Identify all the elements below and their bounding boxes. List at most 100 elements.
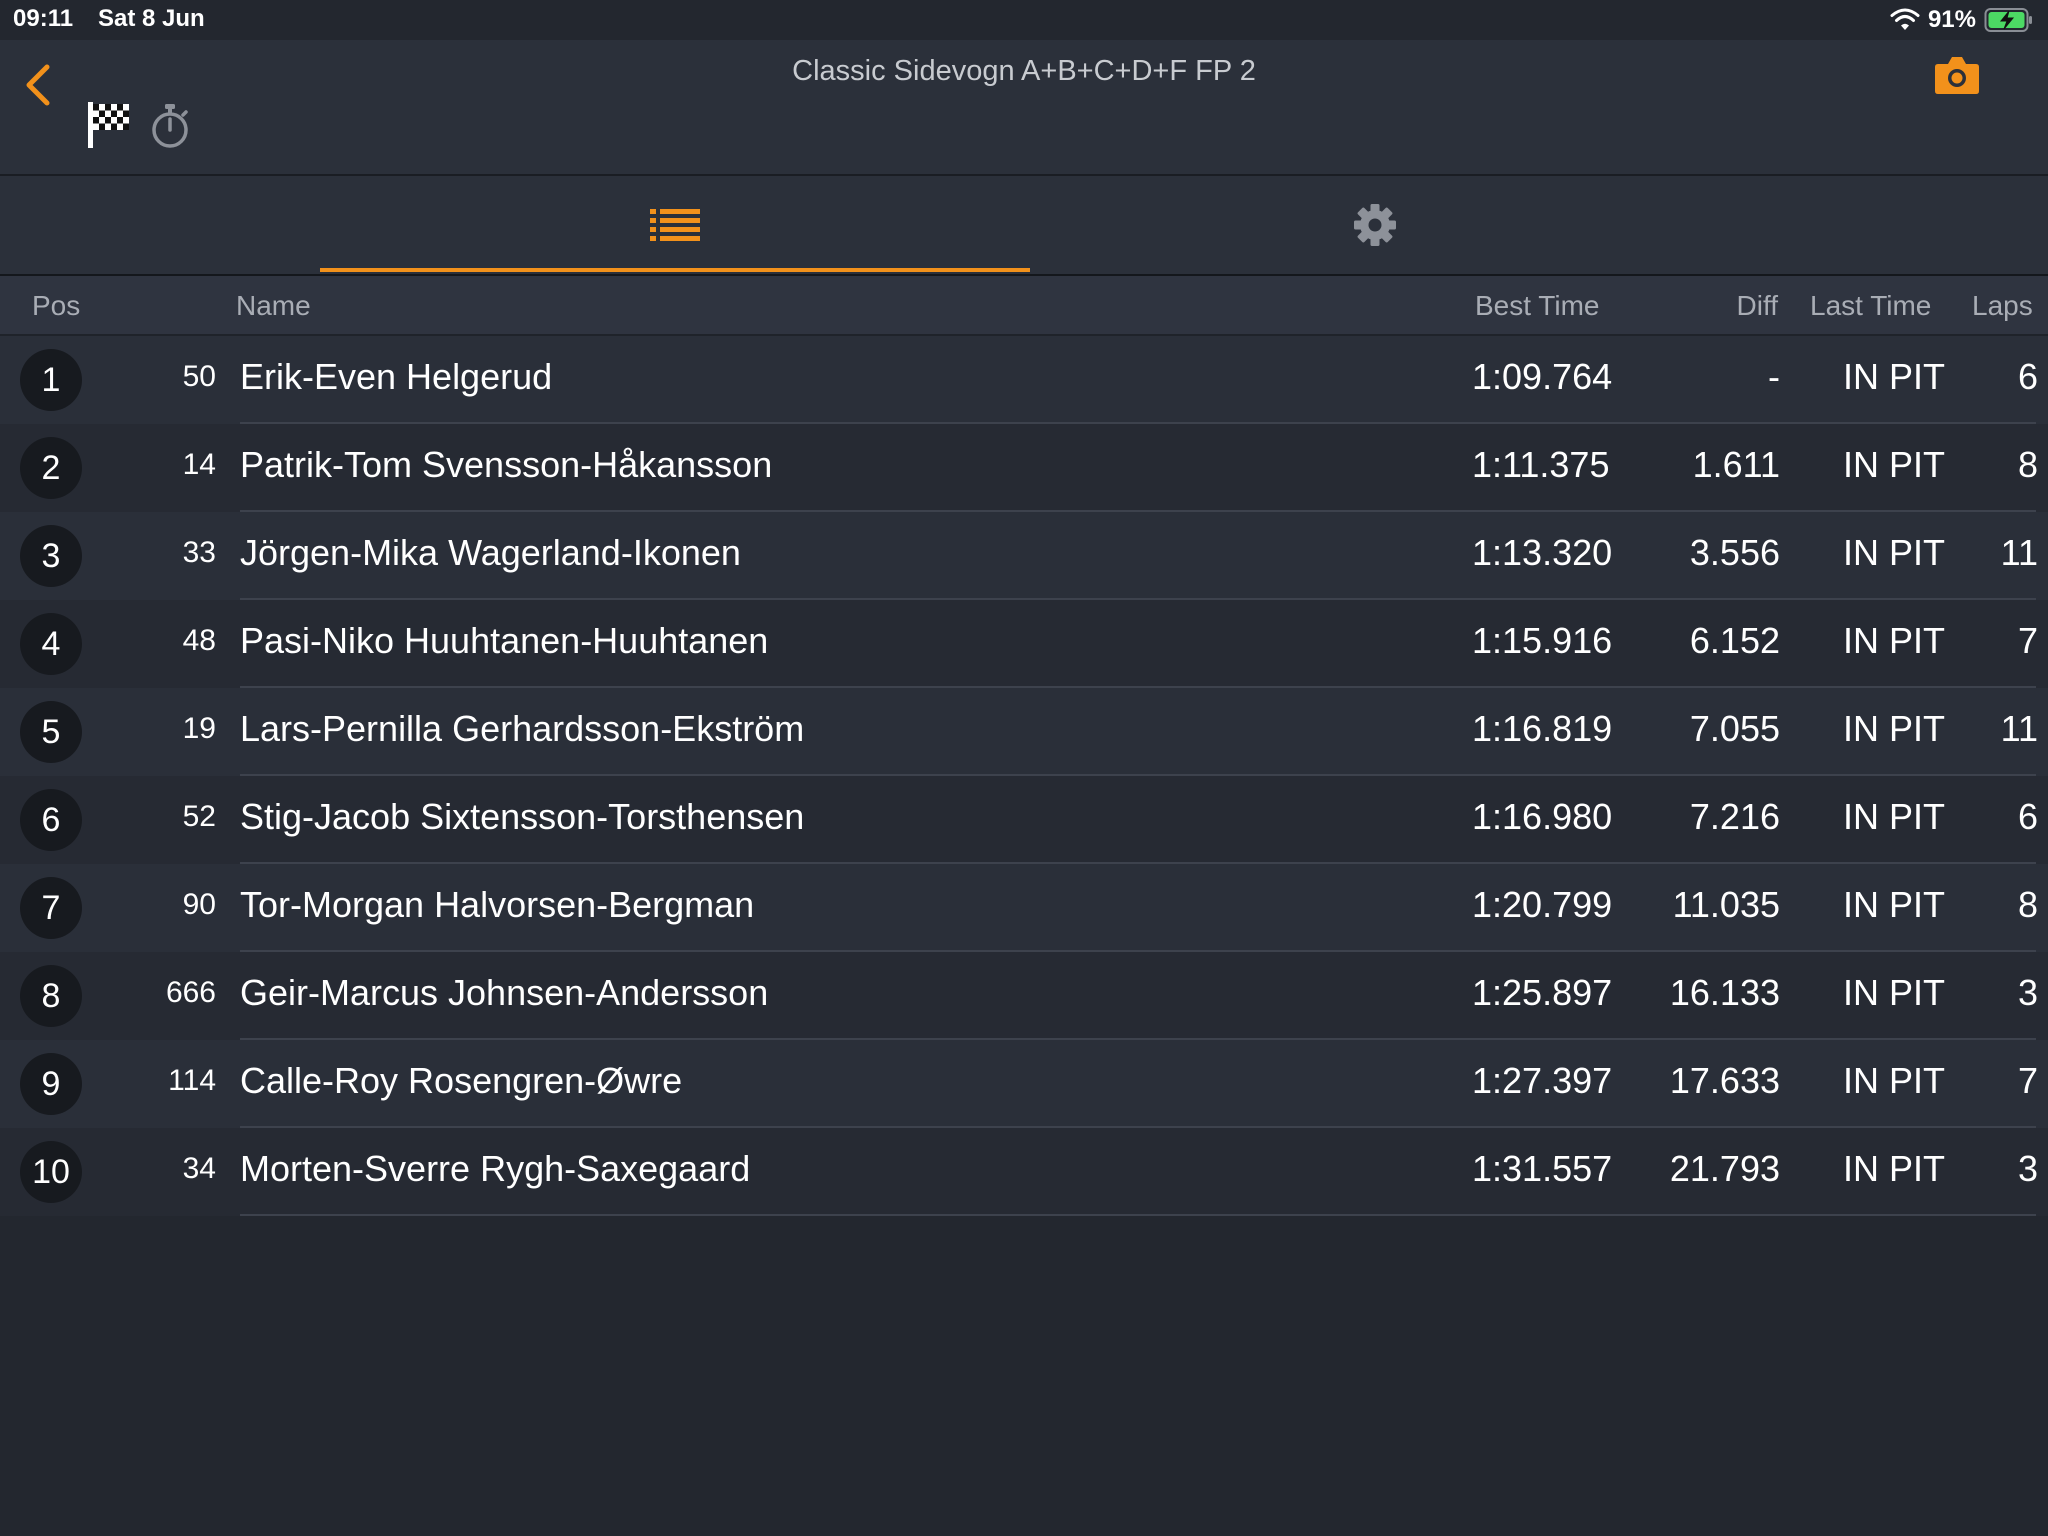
- position-badge: 6: [20, 789, 82, 851]
- diff: 7.216: [1689, 796, 1780, 837]
- start-number: 114: [168, 1064, 216, 1097]
- wifi-icon: [1890, 8, 1920, 30]
- status-right: 91%: [1890, 4, 2034, 36]
- last-time: IN PIT: [1843, 1148, 1946, 1189]
- last-time: IN PIT: [1843, 884, 1946, 925]
- best-time: 1:20.799: [1472, 884, 1613, 925]
- position-badge: 8: [20, 965, 82, 1027]
- position-badge: 9: [20, 1053, 82, 1115]
- battery-percent: 91%: [1927, 6, 1976, 33]
- driver-name: Calle-Roy Rosengren-Øwre: [240, 1060, 683, 1101]
- status-bar: 09:11 Sat 8 Jun 91%: [0, 0, 2048, 40]
- position-badge: 4: [20, 613, 82, 675]
- table-row[interactable]: 2 14 Patrik-Tom Svensson-Håkansson 1:11.…: [0, 424, 2048, 512]
- last-time: IN PIT: [1843, 1060, 1946, 1101]
- table-row[interactable]: 5 19 Lars-Pernilla Gerhardsson-Ekström 1…: [0, 688, 2048, 776]
- position-badge: 5: [20, 701, 82, 763]
- start-number: 50: [182, 360, 216, 393]
- driver-name: Pasi-Niko Huuhtanen-Huuhtanen: [240, 620, 769, 661]
- best-time: 1:31.557: [1472, 1148, 1613, 1189]
- start-number: 33: [182, 536, 216, 569]
- driver-name: Geir-Marcus Johnsen-Andersson: [240, 972, 769, 1013]
- table-header: Pos Name Best Time Diff Last Time Laps: [0, 276, 2048, 336]
- diff: 17.633: [1669, 1060, 1780, 1101]
- laps: 3: [2017, 972, 2038, 1013]
- best-time: 1:25.897: [1472, 972, 1613, 1013]
- last-time: IN PIT: [1843, 796, 1946, 837]
- checkered-flag-icon[interactable]: [86, 100, 132, 150]
- tab-bar: [0, 176, 2048, 276]
- laps: 8: [2017, 444, 2038, 485]
- row-divider: [240, 1214, 2036, 1216]
- position-badge: 10: [20, 1141, 82, 1203]
- status-time: 09:11: [13, 5, 74, 32]
- driver-name: Erik-Even Helgerud: [240, 356, 553, 397]
- nav-header: Classic Sidevogn A+B+C+D+F FP 2: [0, 40, 2048, 176]
- best-time: 1:11.375: [1472, 444, 1610, 485]
- start-number: 666: [165, 976, 216, 1009]
- driver-name: Morten-Sverre Rygh-Saxegaard: [240, 1148, 751, 1189]
- best-time: 1:16.980: [1472, 796, 1613, 837]
- table-row[interactable]: 9 114 Calle-Roy Rosengren-Øwre 1:27.397 …: [0, 1040, 2048, 1128]
- column-header-pos: Pos: [32, 290, 81, 321]
- best-time: 1:16.819: [1472, 708, 1613, 749]
- diff: 3.556: [1689, 532, 1780, 573]
- column-header-diff: Diff: [1736, 290, 1779, 321]
- start-number: 90: [182, 888, 216, 921]
- best-time: 1:15.916: [1472, 620, 1613, 661]
- diff: 6.152: [1689, 620, 1780, 661]
- last-time: IN PIT: [1843, 444, 1946, 485]
- driver-name: Stig-Jacob Sixtensson-Torsthensen: [240, 796, 805, 837]
- start-number: 34: [182, 1152, 216, 1185]
- tab-list[interactable]: [320, 176, 1030, 274]
- column-header-last-time: Last Time: [1810, 290, 1932, 321]
- column-header-laps: Laps: [1972, 290, 2033, 321]
- driver-name: Lars-Pernilla Gerhardsson-Ekström: [240, 708, 805, 749]
- diff: 16.133: [1669, 972, 1780, 1013]
- column-header-name: Name: [236, 290, 311, 321]
- best-time: 1:09.764: [1472, 356, 1613, 397]
- laps: 3: [2017, 1148, 2038, 1189]
- last-time: IN PIT: [1843, 708, 1946, 749]
- start-number: 52: [182, 800, 216, 833]
- start-number: 48: [182, 624, 216, 657]
- table-row[interactable]: 1 50 Erik-Even Helgerud 1:09.764 - IN PI…: [0, 336, 2048, 424]
- stopwatch-icon[interactable]: [148, 102, 192, 150]
- diff: 21.793: [1669, 1148, 1780, 1189]
- laps: 7: [2017, 1060, 2038, 1101]
- page-title: Classic Sidevogn A+B+C+D+F FP 2: [792, 55, 1256, 87]
- last-time: IN PIT: [1843, 356, 1946, 397]
- laps: 7: [2017, 620, 2038, 661]
- camera-icon[interactable]: [1934, 54, 1980, 96]
- results-table: 1 50 Erik-Even Helgerud 1:09.764 - IN PI…: [0, 336, 2048, 1216]
- table-row[interactable]: 3 33 Jörgen-Mika Wagerland-Ikonen 1:13.3…: [0, 512, 2048, 600]
- table-row[interactable]: 7 90 Tor-Morgan Halvorsen-Bergman 1:20.7…: [0, 864, 2048, 952]
- position-badge: 1: [20, 349, 82, 411]
- table-row[interactable]: 8 666 Geir-Marcus Johnsen-Andersson 1:25…: [0, 952, 2048, 1040]
- driver-name: Patrik-Tom Svensson-Håkansson: [240, 444, 773, 485]
- column-header-best-time: Best Time: [1475, 290, 1600, 321]
- last-time: IN PIT: [1843, 972, 1946, 1013]
- diff: 11.035: [1672, 884, 1780, 925]
- status-date: Sat 8 Jun: [98, 5, 205, 32]
- battery-charging-icon: [1984, 8, 2032, 32]
- position-badge: 7: [20, 877, 82, 939]
- table-row[interactable]: 6 52 Stig-Jacob Sixtensson-Torsthensen 1…: [0, 776, 2048, 864]
- gear-icon: [1354, 204, 1396, 246]
- start-number: 14: [182, 448, 216, 481]
- laps: 11: [2000, 708, 2038, 749]
- tab-settings[interactable]: [1020, 176, 1730, 274]
- laps: 11: [2000, 532, 2038, 573]
- table-row[interactable]: 10 34 Morten-Sverre Rygh-Saxegaard 1:31.…: [0, 1128, 2048, 1216]
- list-icon: [650, 209, 700, 241]
- driver-name: Jörgen-Mika Wagerland-Ikonen: [240, 532, 741, 573]
- diff: -: [1768, 356, 1780, 397]
- laps: 6: [2017, 796, 2038, 837]
- table-row[interactable]: 4 48 Pasi-Niko Huuhtanen-Huuhtanen 1:15.…: [0, 600, 2048, 688]
- position-badge: 2: [20, 437, 82, 499]
- laps: 8: [2017, 884, 2038, 925]
- position-badge: 3: [20, 525, 82, 587]
- last-time: IN PIT: [1843, 620, 1946, 661]
- laps: 6: [2017, 356, 2038, 397]
- start-number: 19: [182, 712, 216, 745]
